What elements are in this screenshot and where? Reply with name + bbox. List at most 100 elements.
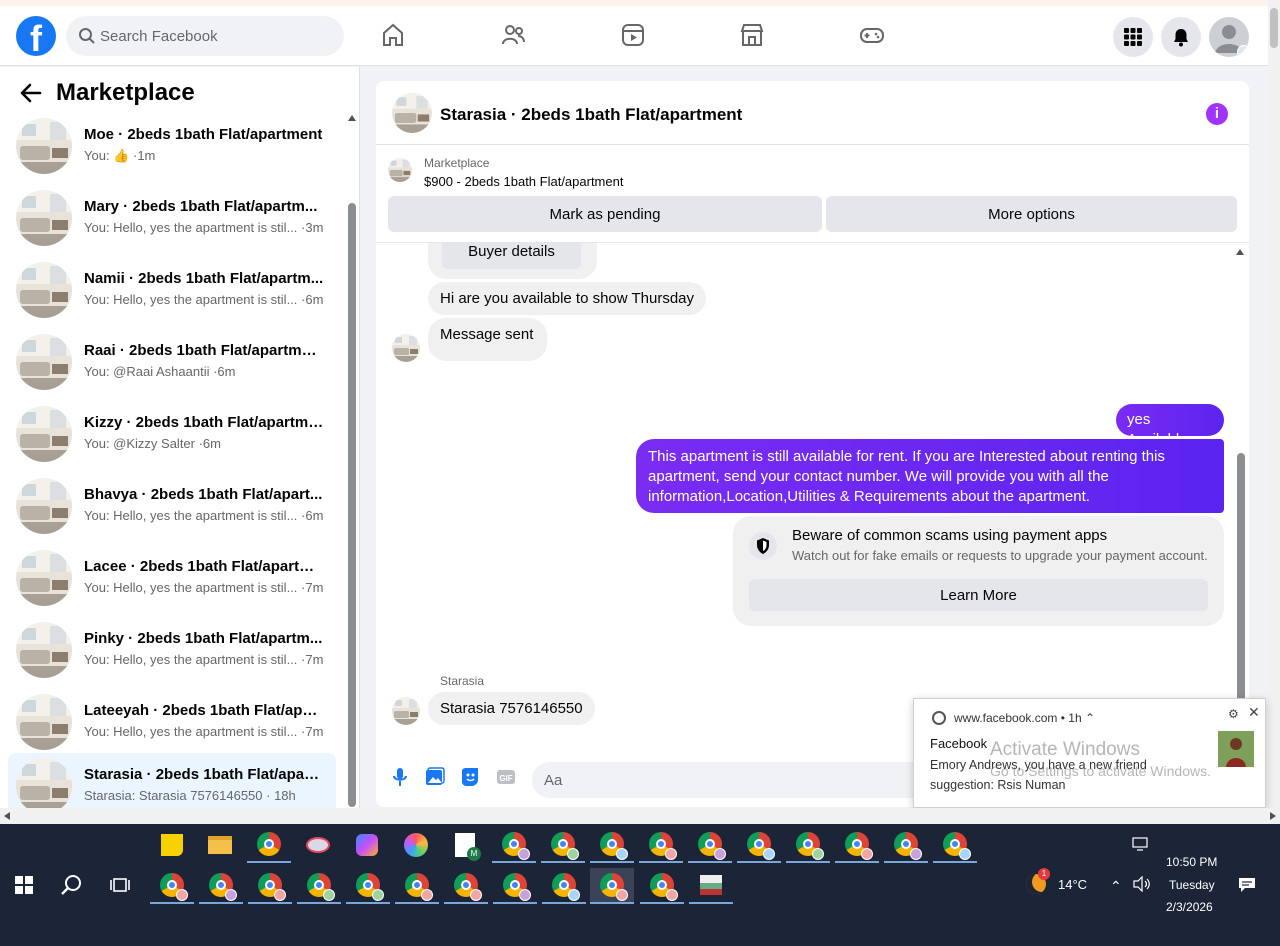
chrome-profile-icon[interactable] (395, 868, 439, 904)
chrome-profile-icon[interactable] (444, 868, 488, 904)
conversation-item[interactable]: Lateeyah · 2beds 1bath Flat/apar... You:… (8, 689, 336, 755)
paint-icon[interactable] (296, 827, 340, 863)
video-icon[interactable] (618, 20, 648, 50)
conversation-item[interactable]: Kizzy · 2beds 1bath Flat/apartme... You:… (8, 401, 336, 467)
chrome-profile-icon[interactable] (492, 827, 536, 863)
top-navigation-bar: f (0, 6, 1268, 66)
facebook-logo[interactable]: f (16, 16, 56, 56)
windows-start-icon[interactable] (2, 867, 46, 903)
chrome-profile-icon[interactable] (590, 827, 634, 863)
chrome-profile-icon[interactable] (199, 868, 243, 904)
chrome-profile-icon[interactable] (150, 868, 194, 904)
activation-watermark-text: Go to Settings to activate Windows. (990, 763, 1211, 779)
incoming-message[interactable]: Hi are you available to show Thursday (428, 282, 707, 315)
chrome-profile-icon[interactable] (493, 868, 537, 904)
info-icon[interactable]: i (1206, 103, 1228, 125)
account-avatar[interactable] (1209, 17, 1249, 57)
clock-date[interactable]: 2/3/2026 (1166, 900, 1213, 914)
chrome-profile-icon[interactable] (884, 827, 928, 863)
chrome-profile-icon[interactable] (737, 827, 781, 863)
photos-icon[interactable] (394, 827, 438, 863)
sender-avatar[interactable] (392, 334, 420, 362)
copilot-icon[interactable] (345, 827, 389, 863)
sidebar-title: Marketplace (56, 79, 195, 106)
buyer-details-button[interactable]: Buyer details (442, 243, 581, 269)
chrome-profile-icon[interactable] (933, 827, 977, 863)
conversation-item[interactable]: Mary · 2beds 1bath Flat/apartm... You: H… (8, 185, 336, 251)
chrome-profile-icon[interactable] (786, 827, 830, 863)
clock-day[interactable]: Tuesday (1169, 878, 1215, 892)
gaming-icon[interactable] (857, 20, 887, 50)
clock-time[interactable]: 10:50 PM (1166, 855, 1246, 869)
chat-header: Starasia · 2beds 1bath Flat/apartment i (376, 81, 1249, 145)
conversation-name: Lacee · 2beds 1bath Flat/apartm... (84, 558, 324, 575)
search-box[interactable] (66, 16, 344, 56)
gear-icon[interactable]: ⚙ (1228, 707, 1239, 721)
chat-title[interactable]: Starasia · 2beds 1bath Flat/apartment (440, 105, 742, 125)
chrome-profile-icon[interactable] (640, 868, 684, 904)
incoming-message[interactable]: Message sent (428, 318, 547, 361)
chevron-up-icon[interactable]: ⌃ (1085, 711, 1095, 725)
sticker-icon[interactable] (460, 767, 480, 787)
volume-icon[interactable] (1133, 875, 1151, 897)
conversation-item[interactable]: Namii · 2beds 1bath Flat/apartm... You: … (8, 257, 336, 323)
shield-icon (749, 532, 777, 560)
conversation-item[interactable]: Lacee · 2beds 1bath Flat/apartm... You: … (8, 545, 336, 611)
chrome-profile-icon[interactable] (346, 868, 390, 904)
conversation-name: Lateeyah · 2beds 1bath Flat/apar... (84, 702, 324, 719)
horizontal-scrollbar[interactable] (0, 808, 1280, 824)
close-icon[interactable]: ✕ (1248, 704, 1260, 721)
sticky-notes-icon[interactable] (150, 827, 194, 863)
conversation-item[interactable]: Bhavya · 2beds 1bath Flat/apart... You: … (8, 473, 336, 539)
temperature[interactable]: 14°C (1058, 877, 1087, 892)
notifications-bell-icon[interactable] (1161, 17, 1201, 57)
sender-avatar[interactable] (392, 697, 420, 725)
chrome-profile-icon[interactable] (835, 827, 879, 863)
chrome-profile-icon[interactable] (639, 827, 683, 863)
task-view-icon[interactable] (98, 867, 142, 903)
file-explorer-icon[interactable] (198, 827, 242, 863)
back-arrow-icon[interactable] (20, 83, 42, 103)
weather-badge: 1 (1038, 868, 1050, 880)
conversation-item[interactable]: Pinky · 2beds 1bath Flat/apartm... You: … (8, 617, 336, 683)
chrome-profile-icon[interactable] (297, 868, 341, 904)
listing-thumbnail (16, 262, 72, 318)
chrome-profile-icon[interactable] (541, 827, 585, 863)
listing-thumbnail (16, 406, 72, 462)
chat-avatar[interactable] (392, 93, 432, 133)
chrome-profile-icon[interactable] (248, 868, 292, 904)
outgoing-message[interactable]: yes Available (1116, 404, 1224, 448)
incoming-message[interactable]: Starasia 7576146550 (428, 692, 595, 725)
conversation-item[interactable]: Moe · 2beds 1bath Flat/apartment You: 👍 … (8, 113, 336, 179)
mark-as-pending-button[interactable]: Mark as pending (388, 196, 822, 232)
friends-icon[interactable] (498, 20, 528, 50)
learn-more-button[interactable]: Learn More (749, 579, 1208, 611)
more-options-button[interactable]: More options (826, 196, 1237, 232)
outgoing-message[interactable]: This apartment is still available for re… (636, 439, 1224, 513)
menu-grid-icon[interactable] (1113, 17, 1153, 57)
action-center-icon[interactable] (1238, 877, 1256, 898)
microphone-icon[interactable] (390, 767, 410, 787)
weather-icon[interactable]: 1 (1026, 868, 1050, 896)
photo-icon[interactable] (425, 767, 445, 787)
windows-taskbar: M 1 14°C ⌃ 10:50 PM Tuesday 2/3/2026 (0, 824, 1280, 946)
listing-price[interactable]: $900 - 2beds 1bath Flat/apartment (424, 174, 623, 189)
gif-icon[interactable]: GIF (496, 767, 516, 787)
page-scrollbar[interactable] (1268, 0, 1280, 824)
chrome-profile-icon[interactable] (542, 868, 586, 904)
chrome-profile-icon-active[interactable] (590, 868, 634, 904)
image-viewer-icon[interactable] (689, 868, 733, 904)
chevron-up-icon[interactable]: ⌃ (1110, 878, 1122, 895)
conversation-name: Bhavya · 2beds 1bath Flat/apart... (84, 486, 323, 503)
conversation-scrollbar[interactable] (346, 111, 358, 823)
search-icon[interactable] (50, 867, 94, 903)
conversation-item[interactable]: Raai · 2beds 1bath Flat/apartment You: @… (8, 329, 336, 395)
marketplace-icon[interactable] (737, 20, 767, 50)
network-icon[interactable] (1132, 837, 1150, 856)
search-input[interactable] (100, 16, 330, 56)
listing-thumbnail[interactable] (388, 158, 412, 182)
document-app-icon[interactable]: M (443, 827, 487, 863)
chrome-icon[interactable] (247, 827, 291, 863)
home-icon[interactable] (378, 20, 408, 50)
chrome-profile-icon[interactable] (688, 827, 732, 863)
